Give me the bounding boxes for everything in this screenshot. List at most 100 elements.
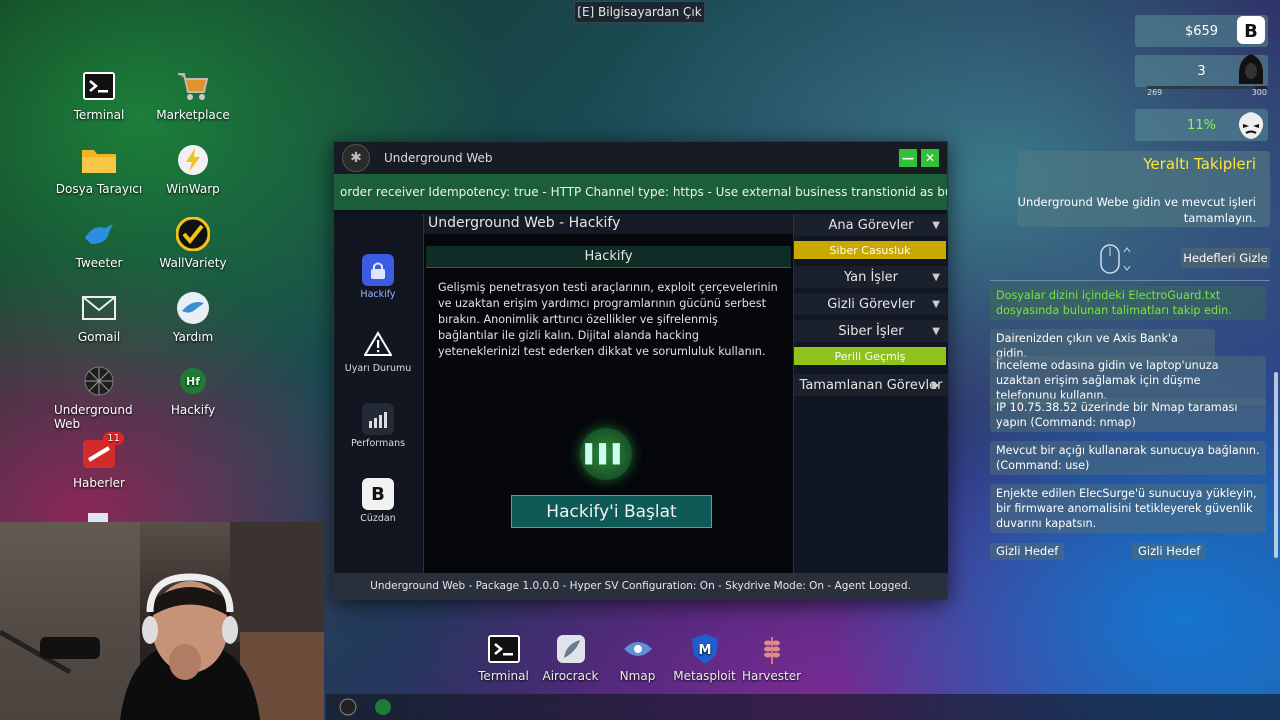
menu-main-tasks[interactable]: Ana Görevler ▼ <box>794 214 948 236</box>
taskbar-nmap[interactable]: Nmap <box>604 628 671 688</box>
desktop-icon-terminal[interactable]: Terminal <box>54 68 144 122</box>
task-menu: Ana Görevler ▼ Siber Casusluk Yan İşler ▼ … <box>794 214 948 574</box>
desktop-icon-label: Haberler <box>73 476 125 490</box>
wheat-icon <box>755 632 789 666</box>
window-title: Underground Web <box>384 151 493 165</box>
menu-label: Siber İşler <box>838 323 904 339</box>
desktop-icon-underground-web[interactable]: Underground Web <box>54 363 144 431</box>
nav-item-performance[interactable]: Performans <box>334 403 422 449</box>
chip-cyber-espionage[interactable]: Siber Casusluk <box>794 241 946 259</box>
lock-icon <box>362 254 394 286</box>
nav-item-alert-status[interactable]: Uyarı Durumu <box>334 328 422 374</box>
taskbar-airocrack[interactable]: Airocrack <box>537 628 604 688</box>
hidden-goal-2: Gizli Hedef <box>1132 543 1207 560</box>
bottom-strip <box>326 694 1280 720</box>
nav-item-wallet[interactable]: B Cüzdan <box>334 478 422 524</box>
wallet-b-icon: B <box>1236 15 1266 45</box>
quest-title: Yeraltı Takipleri <box>1143 155 1256 173</box>
menu-cyber-jobs[interactable]: Siber İşler ▼ <box>794 320 948 342</box>
desktop-icon-marketplace[interactable]: Marketplace <box>148 68 238 122</box>
quest-scrollbar[interactable] <box>1274 372 1278 558</box>
description-text: Gelişmiş penetrasyon testi araçlarının, … <box>438 281 778 358</box>
cart-icon <box>175 68 211 104</box>
divider <box>990 280 1270 281</box>
shield-m-icon: M <box>688 632 722 666</box>
nav-item-label: Uyarı Durumu <box>344 363 412 374</box>
hackify-logo-icon: ▌▌▌ <box>580 428 632 480</box>
xp-track <box>1147 86 1267 89</box>
xp-bar: 269 300 <box>1147 86 1267 98</box>
desktop-icon-winwarp[interactable]: WinWarp <box>148 142 238 196</box>
section-title: Hackify <box>426 246 791 268</box>
lightning-icon <box>175 142 211 178</box>
quest-description: Underground Webe gidin ve mevcut işleri … <box>1017 195 1256 225</box>
taskbar-label: Nmap <box>619 669 656 683</box>
exit-computer-button[interactable]: [E] Bilgisayardan Çık <box>574 1 705 23</box>
desktop-icon-tweeter[interactable]: Tweeter <box>54 216 144 270</box>
start-hackify-button[interactable]: Hackify'i Başlat <box>511 495 712 528</box>
chevron-down-icon: ▼ <box>932 325 940 337</box>
minimize-button[interactable]: — <box>899 149 917 167</box>
taskbar-label: Airocrack <box>542 669 599 683</box>
nav-item-label: Cüzdan <box>360 513 396 524</box>
chart-icon <box>362 403 394 435</box>
webcam-overlay <box>0 522 324 720</box>
desktop-icon-label: WallVariety <box>159 256 227 270</box>
desktop-icon-label: Yardım <box>172 330 214 344</box>
taskbar-harvester[interactable]: Harvester <box>738 628 805 688</box>
terminal-icon <box>81 68 117 104</box>
desktop-icon-help[interactable]: Yardım <box>148 290 238 344</box>
minimized-web-icon[interactable] <box>337 697 359 717</box>
desktop-icon-label: Marketplace <box>156 108 230 122</box>
menu-completed-tasks[interactable]: Tamamlanan Görevler ▶ <box>794 374 948 396</box>
desktop-icon-gomail[interactable]: Gomail <box>54 290 144 344</box>
desktop-icon-hackify[interactable]: Hf Hackify <box>148 363 238 417</box>
nav-item-label: Performans <box>350 438 406 449</box>
menu-label: Tamamlanan Görevler <box>799 377 943 393</box>
bird-icon <box>81 216 117 252</box>
desktop-icon-file-browser[interactable]: Dosya Tarayıcı <box>54 142 144 196</box>
desktop-icon-label: Gomail <box>77 330 121 344</box>
wallet-icon: B <box>362 478 394 510</box>
xp-max: 300 <box>1251 88 1267 97</box>
mail-icon <box>81 290 117 326</box>
xp-min: 269 <box>1147 88 1163 97</box>
feather-icon <box>554 632 588 666</box>
desktop-icon-label: Dosya Tarayıcı <box>55 182 143 196</box>
web-icon <box>81 363 117 399</box>
taskbar-label: Harvester <box>741 669 802 683</box>
task-item: Mevcut bir açığı kullanarak sunucuya bağ… <box>990 441 1266 475</box>
task-item-active: Dosyalar dizini içindeki ElectroGuard.tx… <box>990 286 1266 320</box>
menu-label: Ana Görevler <box>828 217 914 233</box>
taskbar-metasploit[interactable]: M Metasploit <box>671 628 738 688</box>
marquee-ticker: order receiver Idempotency: true - HTTP … <box>334 174 947 210</box>
chevron-down-icon: ▼ <box>932 298 940 310</box>
desktop-icon-label: Hackify <box>170 403 216 417</box>
svg-text:M: M <box>698 643 711 658</box>
menu-side-jobs[interactable]: Yan İşler ▼ <box>794 266 948 288</box>
desktop-icon-news[interactable]: 11 Haberler <box>54 432 144 490</box>
desktop-icon-wallvariety[interactable]: WallVariety <box>148 216 238 270</box>
svg-text:B: B <box>1244 21 1258 42</box>
streamer-image <box>0 522 324 720</box>
terminal-icon <box>487 632 521 666</box>
minimized-hackify-icon[interactable] <box>372 697 394 717</box>
task-item: IP 10.75.38.52 üzerinde bir Nmap taramas… <box>990 398 1266 432</box>
hide-goals-button[interactable]: Hedefleri Gizle <box>1181 248 1270 268</box>
nav-item-hackify[interactable]: Hackify <box>334 254 422 300</box>
side-nav: Hackify Uyarı Durumu Performans B Cüzdan <box>334 214 422 574</box>
chip-haunted-past[interactable]: Perili Geçmiş <box>794 347 946 365</box>
wallpaper-icon <box>175 216 211 252</box>
hackify-icon: Hf <box>175 363 211 399</box>
menu-secret-tasks[interactable]: Gizli Görevler ▼ <box>794 293 948 315</box>
money-value: $659 <box>1184 23 1219 39</box>
task-item: Enjekte edilen ElecSurge'ü sunucuya yükl… <box>990 484 1266 533</box>
underground-web-window: ✱ Underground Web — ✕ order receiver Ide… <box>333 141 948 600</box>
taskbar-terminal[interactable]: Terminal <box>470 628 537 688</box>
desktop-icon-label: Tweeter <box>75 256 123 270</box>
menu-label: Yan İşler <box>843 269 899 285</box>
window-titlebar[interactable]: ✱ Underground Web — ✕ <box>334 142 947 174</box>
anonymous-mask-icon <box>1236 110 1266 140</box>
close-button[interactable]: ✕ <box>921 149 939 167</box>
eye-icon <box>621 632 655 666</box>
